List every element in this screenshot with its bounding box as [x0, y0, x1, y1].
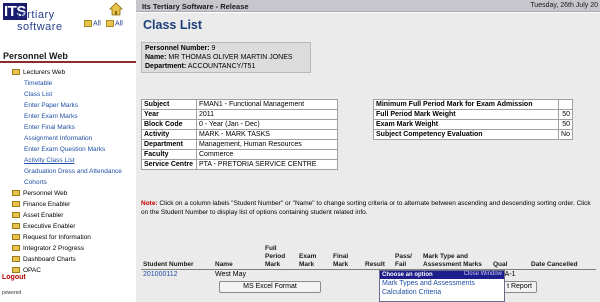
column-header-result: Result: [365, 260, 385, 268]
sidebar-item-assignment-information[interactable]: Assignment Information: [24, 134, 92, 143]
folder-icon: [12, 245, 20, 251]
column-header-exam-mark: Exam Mark: [299, 252, 317, 268]
sidebar-item-asset-enabler[interactable]: Asset Enabler: [12, 211, 63, 220]
subject-info-row: Activity MARK - MARK TASKS: [141, 129, 338, 140]
column-header-full-period-mark: Full Period Mark: [265, 244, 286, 268]
its-logo: ITS tertiary software: [3, 3, 65, 37]
table-row: 201000112 West May View 100A-1: [141, 269, 596, 280]
logo-line1: tertiary: [17, 9, 55, 21]
sidebar-item-timetable[interactable]: Timetable: [24, 79, 52, 88]
sidebar-item-integrator-2-progress[interactable]: Integrator 2 Progress: [12, 244, 84, 253]
mark-weights-table: Minimum Full Period Mark for Exam Admiss…: [373, 99, 573, 140]
popup-header: Choose an option Close Window: [380, 271, 504, 279]
expand-all-label: All: [93, 20, 101, 28]
mark-weight-row: Minimum Full Period Mark for Exam Admiss…: [373, 99, 573, 110]
sidebar-item-activity-class-list[interactable]: Activity Class List: [24, 156, 75, 165]
column-header-student-number[interactable]: Student Number: [141, 233, 213, 269]
folder-icon: [12, 234, 20, 240]
folder-icon: [12, 256, 20, 262]
sidebar-item-lecturers-web[interactable]: Lecturers Web: [12, 68, 65, 77]
exam-mark: [297, 269, 331, 280]
column-header-final-mark: Final Mark: [333, 252, 349, 268]
sidebar-item-personnel-web[interactable]: Personnel Web: [12, 189, 67, 198]
sidebar-item-enter-exam-question-marks[interactable]: Enter Exam Question Marks: [24, 145, 105, 154]
personnel-dept-line: Department: ACCOUNTANCY/T51: [145, 63, 256, 70]
subject-info-row: Department Management, Human Resources: [141, 139, 338, 150]
sidebar-item-class-list[interactable]: Class List: [24, 90, 52, 99]
logout-link[interactable]: Logout: [2, 274, 26, 281]
sidebar-item-finance-enabler[interactable]: Finance Enabler: [12, 200, 70, 209]
sidebar: ITS tertiary software All All Personnel …: [0, 0, 136, 302]
sidebar-item-enter-paper-marks[interactable]: Enter Paper Marks: [24, 101, 78, 110]
close-window-link[interactable]: Close Window: [464, 271, 502, 277]
app-title: Its Tertiary Software - Release: [142, 2, 249, 11]
folder-icon: [12, 267, 20, 273]
mark-weight-row: Subject Competency Evaluation No: [373, 129, 573, 140]
sidebar-item-request-for-information[interactable]: Request for Information: [12, 233, 91, 242]
popup-item-mark-types[interactable]: Mark Types and Assessments: [380, 279, 504, 288]
sidebar-item-enter-exam-marks[interactable]: Enter Exam Marks: [24, 112, 77, 121]
subject-info-row: Block Code 0 - Year (Jan - Dec): [141, 119, 338, 130]
folder-icon: [12, 223, 20, 229]
column-header-pass-fail: Pass/ Fail: [395, 252, 412, 268]
personnel-info-box: Personnel Number: 9 Name: MR THOMAS OLIV…: [141, 42, 311, 73]
personnel-number-line: Personnel Number: 9: [145, 45, 216, 52]
choose-option-popup: Choose an option Close Window Mark Types…: [379, 270, 505, 302]
sidebar-item-cohorts[interactable]: Cohorts: [24, 178, 47, 187]
collapse-all-label: All: [115, 20, 123, 28]
sidebar-header: Personnel Web: [0, 49, 136, 63]
home-button[interactable]: [109, 2, 123, 16]
page-title: Class List: [143, 18, 203, 32]
note-text: Click on a column labels "Student Number…: [141, 200, 591, 216]
subject-info-row: Service Centre PTA - PRETORIA SERVICE CEN…: [141, 159, 338, 170]
note-label: Note:: [141, 200, 158, 207]
column-header-qual: Qual: [493, 260, 508, 268]
ms-excel-format-button[interactable]: MS Excel Format: [219, 281, 321, 293]
title-bar: Its Tertiary Software - Release Tuesday,…: [136, 0, 600, 12]
logo-line2: software: [17, 21, 63, 33]
column-header-date-cancelled: Date Cancelled: [531, 260, 578, 268]
folder-icon: [12, 190, 20, 196]
sorting-note: Note: Click on a column labels "Student …: [141, 199, 596, 217]
popup-title: Choose an option: [382, 272, 433, 278]
folder-icon: [12, 69, 20, 75]
final-mark: [331, 269, 363, 280]
folder-icon: [106, 20, 114, 27]
collapse-all-button[interactable]: All: [106, 20, 123, 27]
sidebar-item-dashboard-charts[interactable]: Dashboard Charts: [12, 255, 76, 264]
mark-weight-row: Exam Mark Weight 50: [373, 119, 573, 130]
personnel-name-line: Name: MR THOMAS OLIVER MARTIN JONES: [145, 54, 293, 61]
powered-by-text: powered: [2, 290, 22, 296]
subject-info-row: Subject FMAN1 - Functional Management: [141, 99, 338, 110]
mark-weight-row: Full Period Mark Weight 50: [373, 109, 573, 120]
folder-icon: [84, 20, 92, 27]
subject-info-row: Faculty Commerce: [141, 149, 338, 160]
column-header-mark-type: Mark Type and Assessment Marks: [423, 252, 482, 268]
column-header-name[interactable]: Name: [213, 233, 263, 269]
student-number-link[interactable]: 201000112: [141, 269, 213, 280]
expand-all-button[interactable]: All: [84, 20, 101, 27]
folder-icon: [12, 212, 20, 218]
student-table-header: Student Number Name Full Period Mark Exa…: [141, 233, 596, 269]
folder-icon: [12, 201, 20, 207]
current-date: Tuesday, 26th July 20: [530, 2, 598, 9]
date-cancelled: [529, 269, 596, 280]
student-name: West May: [215, 271, 246, 279]
popup-item-calculation-criteria[interactable]: Calculation Criteria: [380, 288, 504, 297]
sidebar-item-graduation-dress[interactable]: Graduation Dress and Attendance: [24, 167, 122, 176]
home-icon: [109, 2, 123, 16]
sidebar-item-enter-final-marks[interactable]: Enter Final Marks: [24, 123, 75, 132]
sidebar-item-executive-enabler[interactable]: Executive Enabler: [12, 222, 75, 231]
subject-info-row: Year 2011: [141, 109, 338, 120]
main-content: Class List Personnel Number: 9 Name: MR …: [136, 13, 600, 302]
full-period-mark: [263, 269, 297, 280]
subject-info-table: Subject FMAN1 - Functional Management Yea…: [141, 99, 338, 170]
student-table: Student Number Name Full Period Mark Exa…: [141, 233, 596, 280]
